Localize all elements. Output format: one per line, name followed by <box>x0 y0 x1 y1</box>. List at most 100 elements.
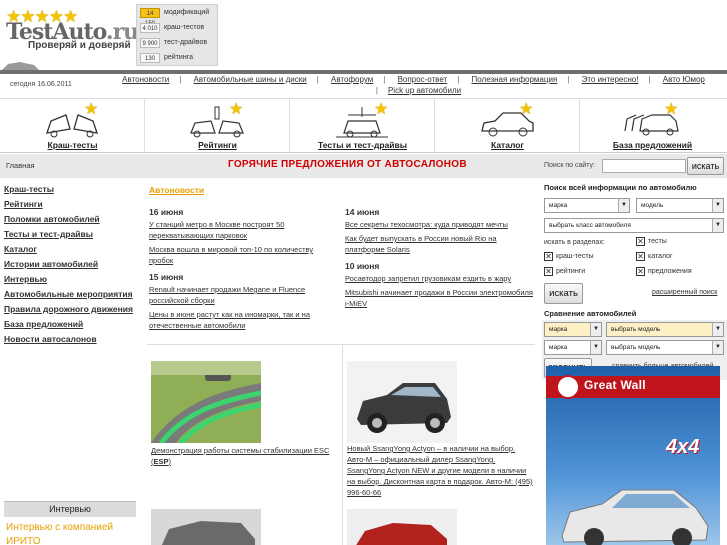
model-select[interactable]: модель ▼ <box>636 198 724 213</box>
checkbox-checked-icon: ✕ <box>544 267 553 276</box>
checkbox-ratings[interactable]: ✕ рейтинги <box>544 267 585 277</box>
left-sidebar: Краш-тесты Рейтинги Поломки автомобилей … <box>0 178 140 545</box>
nav-link-forum[interactable]: Автофорум <box>331 75 373 84</box>
category-test-drives[interactable]: ★ Тесты и тест-драйвы <box>290 99 435 153</box>
search-button[interactable]: искать <box>544 283 583 304</box>
checkbox-checked-icon: ✕ <box>544 252 553 261</box>
site-logo[interactable]: ★★★★★ TestAuto.ru Проверяй и доверяй <box>0 8 139 74</box>
suv-image <box>561 489 709 545</box>
secondary-bar: Главная ГОРЯЧИЕ ПРЕДЛОЖЕНИЯ ОТ АВТОСАЛОН… <box>0 154 727 178</box>
right-column: Поиск всей информации по автомобилю марк… <box>540 178 727 545</box>
chevron-down-icon: ▼ <box>712 323 723 336</box>
checkbox-offers[interactable]: ✕ предложения <box>636 267 692 277</box>
nav-link-autonews[interactable]: Автоновости <box>122 75 169 84</box>
sidebar-item-breakdowns[interactable]: Поломки автомобилей <box>4 212 133 227</box>
news-link[interactable]: Как будет выпускать в России новый Rio н… <box>345 233 535 255</box>
news-date: 16 июня <box>149 207 184 217</box>
news-link[interactable]: Москва вошла в мировой топ-10 по количес… <box>149 244 339 266</box>
checkbox-tests[interactable]: ✕ тесты <box>636 237 667 247</box>
esp-demo-caption[interactable]: Демонстрация работы системы стабилизации… <box>151 445 337 467</box>
stat-value[interactable]: 14 150 <box>140 7 160 27</box>
sidebar-item-offers[interactable]: База предложений <box>4 317 133 332</box>
sidebar-item-dealer-news[interactable]: Новости автосалонов <box>4 332 133 347</box>
great-wall-ad-banner[interactable]: Great Wall 4x4 <box>546 366 720 545</box>
news-column-right: 14 июня Все секреты техосмотра: куда при… <box>345 207 535 315</box>
sidebar-item-interview[interactable]: Интервью <box>4 272 133 287</box>
advanced-search-link[interactable]: расширенный поиск <box>652 289 717 296</box>
compare-model-select-2[interactable]: выбрать модель ▼ <box>606 340 724 355</box>
category-catalog[interactable]: ★ Каталог <box>435 99 580 153</box>
chevron-down-icon: ▼ <box>590 341 601 354</box>
category-ratings[interactable]: ★ Рейтинги <box>145 99 290 153</box>
stat-value[interactable]: 4 010 <box>140 22 160 33</box>
gallery-divider <box>342 345 343 545</box>
class-select[interactable]: выбрать класс автомобиля ▼ <box>544 218 724 233</box>
stat-value[interactable]: 130 <box>140 52 160 63</box>
sidebar-menu: Краш-тесты Рейтинги Поломки автомобилей … <box>4 182 133 347</box>
site-search-button[interactable]: искать <box>687 157 724 175</box>
sidebar-item-car-histories[interactable]: Истории автомобилей <box>4 257 133 272</box>
ssangyong-ad-caption[interactable]: Новый SsangYong Actyon – в наличии на вы… <box>347 443 533 498</box>
category-label: Тесты и тест-драйвы <box>317 140 407 150</box>
nav-link-interesting[interactable]: Это интересно! <box>582 75 639 84</box>
news-link[interactable]: Renault начинает продажи Megane и Fluenc… <box>149 284 339 306</box>
news-link[interactable]: Mitsubishi начинает продажи в России эле… <box>345 287 535 309</box>
news-group: 16 июня У станций метро в Москве построя… <box>149 207 339 266</box>
checkbox-catalog[interactable]: ✕ каталог <box>636 252 673 262</box>
nav-link-pickup[interactable]: Pick up автомобили <box>388 86 461 95</box>
esp-demo-photo[interactable] <box>151 361 261 443</box>
category-crash-tests[interactable]: ★ Краш-тесты <box>0 99 145 153</box>
main-content: Автоновости 16 июня У станций метро в Мо… <box>143 178 535 545</box>
nav-link-qa[interactable]: Вопрос-ответ <box>398 75 448 84</box>
sidebar-item-crash-tests[interactable]: Краш-тесты <box>4 182 133 197</box>
interview-link[interactable]: Интервью с компанией ИРИТО <box>6 521 138 545</box>
hot-offers-banner[interactable]: ГОРЯЧИЕ ПРЕДЛОЖЕНИЯ ОТ АВТОСАЛОНОВ <box>228 159 467 170</box>
sidebar-item-traffic-rules[interactable]: Правила дорожного движения <box>4 302 133 317</box>
sidebar-item-test-drives[interactable]: Тесты и тест-драйвы <box>4 227 133 242</box>
news-link[interactable]: У станций метро в Москве построят 50 пер… <box>149 219 339 241</box>
nav-link-humor[interactable]: Авто Юмор <box>663 75 705 84</box>
photo-gallery: Демонстрация работы системы стабилизации… <box>147 344 535 545</box>
news-date: 14 июня <box>345 207 380 217</box>
stat-value[interactable]: 9 900 <box>140 37 160 48</box>
stat-label: рейтинга <box>164 54 193 61</box>
make-select[interactable]: марка ▼ <box>544 198 630 213</box>
stat-label: модификаций <box>164 9 210 16</box>
compare-make-select-2[interactable]: марка ▼ <box>544 340 602 355</box>
stat-row: 130 рейтинга <box>137 50 217 65</box>
ssangyong-actyon-photo[interactable] <box>347 361 457 443</box>
checkbox-checked-icon: ✕ <box>636 237 645 246</box>
compare-make-select-1[interactable]: марка ▼ <box>544 322 602 337</box>
news-link[interactable]: Цены в июне растут как на иномарки, так … <box>149 309 339 331</box>
sidebar-item-events[interactable]: Автомобильные мероприятия <box>4 287 133 302</box>
section-title-autonews[interactable]: Автоновости <box>149 185 204 195</box>
sidebar-item-catalog[interactable]: Каталог <box>4 242 133 257</box>
brand-name: TestAuto.ru <box>6 19 139 45</box>
news-group: 15 июня Renault начинает продажи Megane … <box>149 272 339 331</box>
stat-row: 14 150 модификаций <box>137 5 217 27</box>
news-group: 14 июня Все секреты техосмотра: куда при… <box>345 207 535 255</box>
breadcrumb[interactable]: Главная <box>6 161 35 170</box>
site-search-input[interactable] <box>602 159 686 173</box>
top-navigation-bar: сегодня 16.06.2011 Автоновости | Автомоби… <box>0 70 727 97</box>
compare-model-select-1[interactable]: выбрать модель ▼ <box>606 322 724 337</box>
category-offers[interactable]: ★ База предложений <box>580 99 725 153</box>
car-photo-thumbnail[interactable] <box>151 509 261 545</box>
site-search-label: Поиск по сайту: <box>544 162 596 169</box>
category-strip: ★ Краш-тесты ★ Рейтинги ★ Тесты и тест-д… <box>0 98 727 153</box>
category-label: База предложений <box>612 140 693 150</box>
nav-link-tires[interactable]: Автомобильные шины и диски <box>194 75 307 84</box>
car-photo-thumbnail[interactable] <box>347 509 457 545</box>
sidebar-item-ratings[interactable]: Рейтинги <box>4 197 133 212</box>
chevron-down-icon: ▼ <box>712 219 723 232</box>
banner-badge: 4x4 <box>666 436 700 458</box>
chevron-down-icon: ▼ <box>712 199 723 212</box>
news-link[interactable]: Все секреты техосмотра: куда приводят ме… <box>345 219 535 230</box>
checkbox-crash-tests[interactable]: ✕ краш-тесты <box>544 252 594 262</box>
category-label: Краш-тесты <box>47 140 98 150</box>
star-icon: ★ <box>229 101 244 118</box>
news-link[interactable]: Росавтодор запретил грузовикам ездить в … <box>345 273 535 284</box>
nav-link-useful[interactable]: Полезная информация <box>472 75 558 84</box>
current-date: сегодня 16.06.2011 <box>10 81 72 88</box>
stat-label: тест-драйвов <box>164 39 208 46</box>
